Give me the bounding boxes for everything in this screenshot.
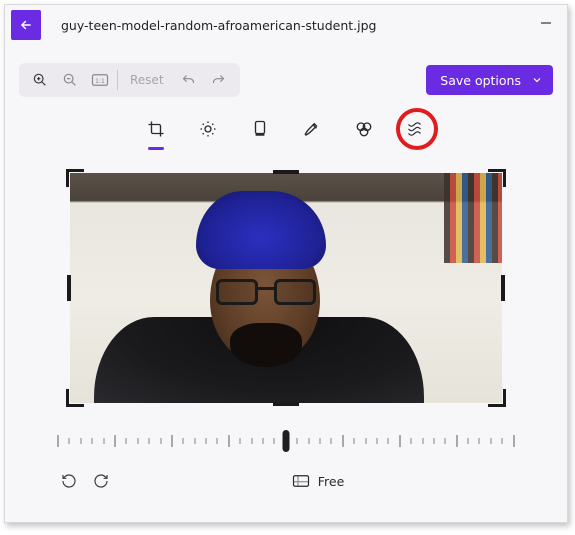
aspect-ratio-dropdown[interactable]: Free xyxy=(292,474,345,489)
tool-crop[interactable] xyxy=(142,115,170,143)
crop-handle-tr[interactable] xyxy=(488,169,506,187)
crop-handle-right[interactable] xyxy=(501,275,505,301)
rotate-cw-icon xyxy=(93,473,109,489)
chevron-down-icon xyxy=(531,74,543,86)
window-minimize-button[interactable] xyxy=(531,17,561,33)
brightness-icon xyxy=(199,120,217,138)
crop-handle-bottom[interactable] xyxy=(273,402,299,406)
svg-text:1:1: 1:1 xyxy=(95,78,105,85)
tool-markup[interactable] xyxy=(298,115,326,143)
retouch-icon xyxy=(355,120,373,138)
photo-beanie xyxy=(196,191,326,269)
zoom-fit-button[interactable]: 1:1 xyxy=(85,65,115,95)
filter-icon xyxy=(252,120,268,138)
crop-canvas[interactable] xyxy=(70,173,502,403)
title-bar: guy-teen-model-random-afroamerican-stude… xyxy=(5,5,567,45)
rotate-ccw-icon xyxy=(61,473,77,489)
crop-icon xyxy=(147,120,165,138)
crop-handle-br[interactable] xyxy=(488,389,506,407)
background-blur-icon xyxy=(407,120,425,138)
reset-button[interactable]: Reset xyxy=(120,73,174,87)
top-toolbar: 1:1 Reset Save options xyxy=(5,63,567,97)
undo-button[interactable] xyxy=(174,65,204,95)
straighten-handle[interactable] xyxy=(283,430,290,452)
photo-beard xyxy=(230,323,302,367)
crop-handle-left[interactable] xyxy=(67,275,71,301)
tool-adjustment[interactable] xyxy=(194,115,222,143)
zoom-in-icon xyxy=(32,72,48,88)
editor-tool-strip xyxy=(5,115,567,143)
photo-glasses xyxy=(216,279,316,307)
tool-background[interactable] xyxy=(402,115,430,143)
filename-label: guy-teen-model-random-afroamerican-stude… xyxy=(61,18,376,33)
arrow-left-icon xyxy=(19,18,33,32)
rotate-ccw-button[interactable] xyxy=(57,469,81,493)
zoom-in-button[interactable] xyxy=(25,65,55,95)
undo-icon xyxy=(181,73,196,88)
straighten-slider[interactable] xyxy=(57,429,515,453)
pen-icon xyxy=(303,120,321,138)
bottom-controls: Free xyxy=(5,469,567,493)
rotate-cw-button[interactable] xyxy=(89,469,113,493)
crop-handle-top[interactable] xyxy=(273,170,299,174)
photo-editor-window: guy-teen-model-random-afroamerican-stude… xyxy=(4,4,568,523)
minimize-icon xyxy=(540,17,552,29)
zoom-group: 1:1 Reset xyxy=(19,63,240,97)
tool-retouch[interactable] xyxy=(350,115,378,143)
aspect-icon xyxy=(292,474,310,488)
save-options-button[interactable]: Save options xyxy=(426,65,553,95)
zoom-out-icon xyxy=(62,72,78,88)
photo-preview xyxy=(70,173,502,403)
crop-handle-tl[interactable] xyxy=(66,169,84,187)
tool-filter[interactable] xyxy=(246,115,274,143)
save-options-label: Save options xyxy=(440,73,521,88)
back-button[interactable] xyxy=(11,10,41,40)
zoom-out-button[interactable] xyxy=(55,65,85,95)
redo-icon xyxy=(211,73,226,88)
redo-button[interactable] xyxy=(204,65,234,95)
aspect-ratio-label: Free xyxy=(318,474,345,489)
crop-handle-bl[interactable] xyxy=(66,389,84,407)
fit-icon: 1:1 xyxy=(91,73,109,87)
toolbar-separator xyxy=(117,70,118,90)
